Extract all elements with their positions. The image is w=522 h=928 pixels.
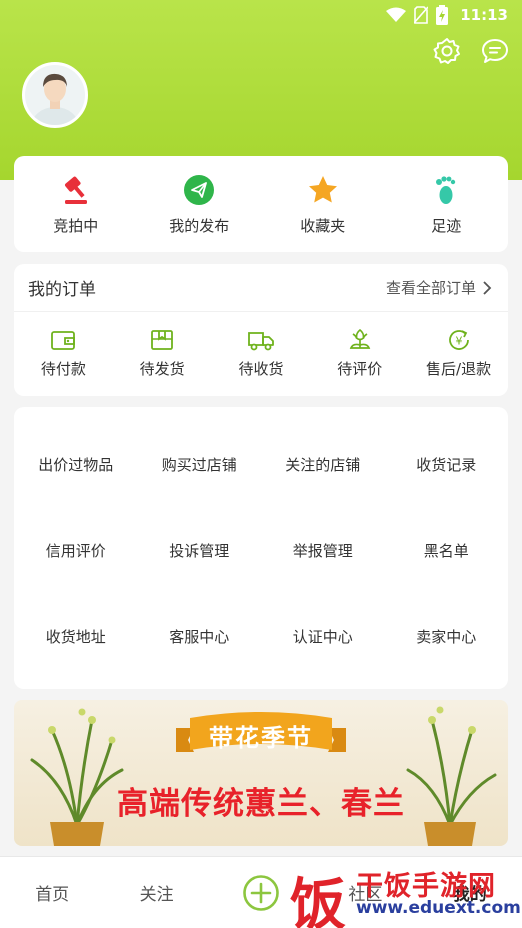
quick-my-posts[interactable]: 我的发布 <box>144 173 254 236</box>
order-pending-review[interactable]: 待评价 <box>312 326 408 379</box>
order-pending-shipment[interactable]: 待发货 <box>114 326 210 379</box>
plus-circle-icon <box>243 874 279 911</box>
gear-icon[interactable] <box>432 36 462 66</box>
avatar[interactable] <box>22 62 88 128</box>
quick-favorites[interactable]: 收藏夹 <box>268 173 378 236</box>
service-credit-rating[interactable]: 信用评价 <box>14 507 138 593</box>
tab-home[interactable]: 首页 <box>0 880 104 905</box>
chevron-right-icon <box>483 280 492 295</box>
order-after-sale[interactable]: ¥ 售后/退款 <box>411 326 507 379</box>
orders-title: 我的订单 <box>28 280 96 300</box>
orders-card: 我的订单 查看全部订单 待付款 待发货 待收货 待评价 ¥ 售后/退款 <box>14 264 508 396</box>
truck-icon <box>247 326 275 354</box>
tab-follow[interactable]: 关注 <box>105 880 209 905</box>
footprint-icon <box>429 173 463 207</box>
service-reports[interactable]: 举报管理 <box>261 507 385 593</box>
banner-headline: 高端传统蕙兰、春兰 <box>117 786 405 822</box>
service-blacklist[interactable]: 黑名单 <box>385 507 509 593</box>
service-verification[interactable]: 认证中心 <box>261 593 385 679</box>
battery-charging-icon <box>436 5 449 25</box>
star-icon <box>306 173 340 207</box>
header-actions <box>432 36 510 66</box>
view-all-label: 查看全部订单 <box>385 279 476 297</box>
quick-label: 竞拍中 <box>53 216 99 235</box>
quick-label: 足迹 <box>431 216 462 235</box>
banner-ribbon-text: 带花季节 <box>209 724 313 752</box>
promo-banner[interactable]: 带花季节 高端传统蕙兰、春兰 <box>14 700 508 846</box>
package-icon <box>148 326 176 354</box>
flower-icon <box>346 326 374 354</box>
service-receipt-records[interactable]: 收货记录 <box>385 421 509 507</box>
order-label: 待评价 <box>337 360 383 378</box>
status-time: 11:13 <box>460 6 508 24</box>
service-shipping-address[interactable]: 收货地址 <box>14 593 138 679</box>
quick-label: 我的发布 <box>169 216 230 235</box>
wallet-icon <box>49 326 77 354</box>
orders-status-row: 待付款 待发货 待收货 待评价 ¥ 售后/退款 <box>14 312 508 379</box>
services-grid: 出价过物品 购买过店铺 关注的店铺 收货记录 信用评价 投诉管理 举报管理 黑名… <box>14 407 508 689</box>
watermark-url: www.eduext.com <box>356 898 521 918</box>
service-customer-service[interactable]: 客服中心 <box>138 593 262 679</box>
order-pending-receipt[interactable]: 待收货 <box>213 326 309 379</box>
chat-bubble-icon[interactable] <box>480 36 510 66</box>
site-watermark: 饭 干饭手游网 www.eduext.com <box>290 858 522 928</box>
order-label: 待付款 <box>40 360 86 378</box>
quick-label: 收藏夹 <box>300 216 346 235</box>
service-followed-shops[interactable]: 关注的店铺 <box>261 421 385 507</box>
order-label: 待收货 <box>238 360 284 378</box>
paper-plane-icon <box>182 173 216 207</box>
status-bar: 11:13 <box>0 0 522 30</box>
orders-header: 我的订单 查看全部订单 <box>14 264 508 312</box>
quick-auction[interactable]: 竞拍中 <box>21 173 131 236</box>
gavel-icon <box>59 173 93 207</box>
view-all-orders-link[interactable]: 查看全部订单 <box>386 277 492 298</box>
watermark-logo-char: 饭 <box>290 873 346 928</box>
svg-text:¥: ¥ <box>455 335 462 348</box>
order-label: 待发货 <box>139 360 185 378</box>
no-sim-icon <box>414 6 429 24</box>
order-pending-payment[interactable]: 待付款 <box>15 326 111 379</box>
service-seller-center[interactable]: 卖家中心 <box>385 593 509 679</box>
refund-icon: ¥ <box>445 326 473 354</box>
wifi-icon <box>386 7 407 23</box>
service-purchased-shops[interactable]: 购买过店铺 <box>138 421 262 507</box>
quick-actions-card: 竞拍中 我的发布 收藏夹 足迹 <box>14 156 508 252</box>
orchid-plant-right-image <box>406 706 497 846</box>
order-label: 售后/退款 <box>426 360 492 378</box>
service-bid-items[interactable]: 出价过物品 <box>14 421 138 507</box>
quick-footprints[interactable]: 足迹 <box>391 173 501 236</box>
orchid-plant-left-image <box>30 708 124 846</box>
service-complaints[interactable]: 投诉管理 <box>138 507 262 593</box>
